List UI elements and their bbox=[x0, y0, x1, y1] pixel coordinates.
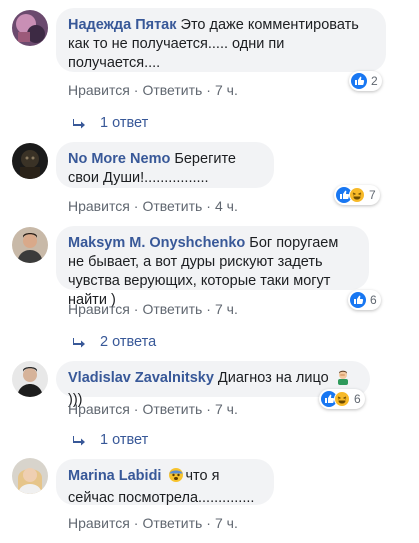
reply-link[interactable]: Ответить bbox=[142, 301, 202, 317]
author-name[interactable]: Vladislav Zavalnitsky bbox=[68, 370, 214, 386]
separator: · bbox=[133, 515, 139, 531]
reply-link[interactable]: Ответить bbox=[142, 401, 202, 417]
separator: · bbox=[206, 301, 211, 317]
like-link[interactable]: Нравится bbox=[68, 401, 130, 417]
comment-actions: Нравится · Ответить · 4 ч. bbox=[68, 198, 238, 214]
like-link[interactable]: Нравится bbox=[68, 198, 130, 214]
author-name[interactable]: Maksym M. Onyshchenko bbox=[68, 235, 245, 251]
timestamp[interactable]: 4 ч. bbox=[215, 198, 238, 214]
separator: · bbox=[133, 198, 139, 214]
anxious-face-emoji-icon bbox=[168, 467, 184, 489]
reaction-summary[interactable]: 6 bbox=[348, 290, 381, 310]
separator: · bbox=[133, 301, 139, 317]
reply-link[interactable]: Ответить bbox=[142, 515, 202, 531]
like-reaction-icon bbox=[350, 292, 366, 308]
timestamp[interactable]: 7 ч. bbox=[215, 82, 238, 98]
avatar[interactable] bbox=[12, 458, 48, 494]
reply-arrow-icon bbox=[73, 119, 85, 129]
haha-reaction-icon bbox=[334, 391, 350, 407]
author-name[interactable]: Marina Labidi bbox=[68, 468, 161, 484]
comment-bubble: Marina Labidi что я сейчас посмотрела...… bbox=[56, 459, 274, 506]
reply-arrow-icon bbox=[73, 436, 85, 446]
reaction-summary[interactable]: 2 bbox=[349, 71, 382, 91]
comment-bubble: Надежда Пятак Это даже комментировать ка… bbox=[56, 8, 386, 72]
like-reaction-icon bbox=[351, 73, 367, 89]
reaction-count: 6 bbox=[354, 392, 361, 406]
haha-reaction-icon bbox=[349, 187, 365, 203]
author-name[interactable]: No More Nemo bbox=[68, 151, 170, 167]
comment-actions: Нравится · Ответить · 7 ч. bbox=[68, 82, 238, 98]
reply-arrow-icon bbox=[73, 338, 85, 348]
reaction-summary[interactable]: 7 bbox=[334, 185, 380, 205]
comment-actions: Нравится · Ответить · 7 ч. bbox=[68, 401, 238, 417]
reaction-count: 2 bbox=[371, 74, 378, 88]
reply-link[interactable]: Ответить bbox=[142, 198, 202, 214]
separator: · bbox=[133, 401, 139, 417]
reaction-summary[interactable]: 6 bbox=[319, 389, 365, 409]
view-replies-link[interactable]: 2 ответа bbox=[72, 334, 156, 350]
timestamp[interactable]: 7 ч. bbox=[215, 401, 238, 417]
like-link[interactable]: Нравится bbox=[68, 82, 130, 98]
reaction-count: 7 bbox=[369, 188, 376, 202]
comment-text: Диагноз на лицо bbox=[213, 370, 329, 386]
timestamp[interactable]: 7 ч. bbox=[215, 301, 238, 317]
like-link[interactable]: Нравится bbox=[68, 301, 130, 317]
author-name[interactable]: Надежда Пятак bbox=[68, 17, 177, 33]
replies-count[interactable]: 1 ответ bbox=[100, 432, 148, 448]
avatar[interactable] bbox=[12, 10, 48, 46]
comment-actions: Нравится · Ответить · 7 ч. bbox=[68, 301, 238, 317]
separator: · bbox=[206, 82, 211, 98]
separator: · bbox=[206, 515, 211, 531]
avatar[interactable] bbox=[12, 361, 48, 397]
comment-bubble: No More Nemo Берегите свои Души!........… bbox=[56, 142, 274, 188]
reaction-count: 6 bbox=[370, 293, 377, 307]
separator: · bbox=[133, 82, 139, 98]
comment-actions: Нравится · Ответить · 7 ч. bbox=[68, 515, 238, 531]
separator: · bbox=[206, 198, 211, 214]
view-replies-link[interactable]: 1 ответ bbox=[72, 115, 148, 131]
separator: · bbox=[206, 401, 211, 417]
like-link[interactable]: Нравится bbox=[68, 515, 130, 531]
replies-count[interactable]: 2 ответа bbox=[100, 334, 156, 350]
replies-count[interactable]: 1 ответ bbox=[100, 115, 148, 131]
avatar[interactable] bbox=[12, 143, 48, 179]
man-facepalm-emoji-icon bbox=[335, 369, 351, 391]
reply-link[interactable]: Ответить bbox=[142, 82, 202, 98]
view-replies-link[interactable]: 1 ответ bbox=[72, 432, 148, 448]
comment-bubble: Maksym M. Onyshchenko Бог поругаем не бы… bbox=[56, 226, 369, 308]
timestamp[interactable]: 7 ч. bbox=[215, 515, 238, 531]
avatar[interactable] bbox=[12, 227, 48, 263]
